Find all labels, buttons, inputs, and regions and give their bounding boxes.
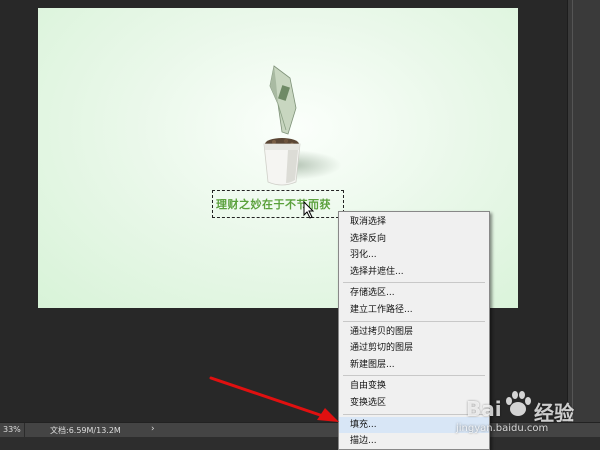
menu-item-feather[interactable]: 羽化... [339,247,489,264]
menu-item-select-and-mask[interactable]: 选择并遮住... [339,264,489,281]
zoom-level[interactable]: 33% [3,425,21,434]
menu-item-layer-via-copy[interactable]: 通过拷贝的图层 [339,324,489,341]
right-panel-edge [567,0,600,422]
menu-item-select-inverse[interactable]: 选择反向 [339,231,489,248]
menu-item-save-selection[interactable]: 存储选区... [339,285,489,302]
menu-item-new-layer[interactable]: 新建图层... [339,357,489,374]
menu-separator [343,375,485,377]
document-size-info: 文档:6.59M/13.2M [50,426,121,435]
document-canvas-area[interactable]: 理财之妙在于不节而获 [0,0,600,422]
baidu-jingyan-watermark: Bai 经验 jingyan.baidu.com [446,383,600,443]
menu-item-layer-via-cut[interactable]: 通过剪切的图层 [339,340,489,357]
menu-item-deselect[interactable]: 取消选择 [339,214,489,231]
panel-divider [572,0,573,422]
status-expand-icon[interactable]: › [151,424,155,434]
watermark-brand-right: 经验 [534,401,574,425]
red-arrow-annotation [209,376,339,422]
baidu-paw-icon [506,391,531,416]
status-divider [24,423,25,437]
watermark-url: jingyan.baidu.com [456,423,549,434]
menu-item-make-work-path[interactable]: 建立工作路径... [339,302,489,319]
watermark-brand-left: Bai [466,397,502,421]
menu-separator [343,282,485,284]
arrow-cursor-icon [303,201,315,219]
menu-separator [343,320,485,322]
money-plant-pot-icon [263,65,301,186]
